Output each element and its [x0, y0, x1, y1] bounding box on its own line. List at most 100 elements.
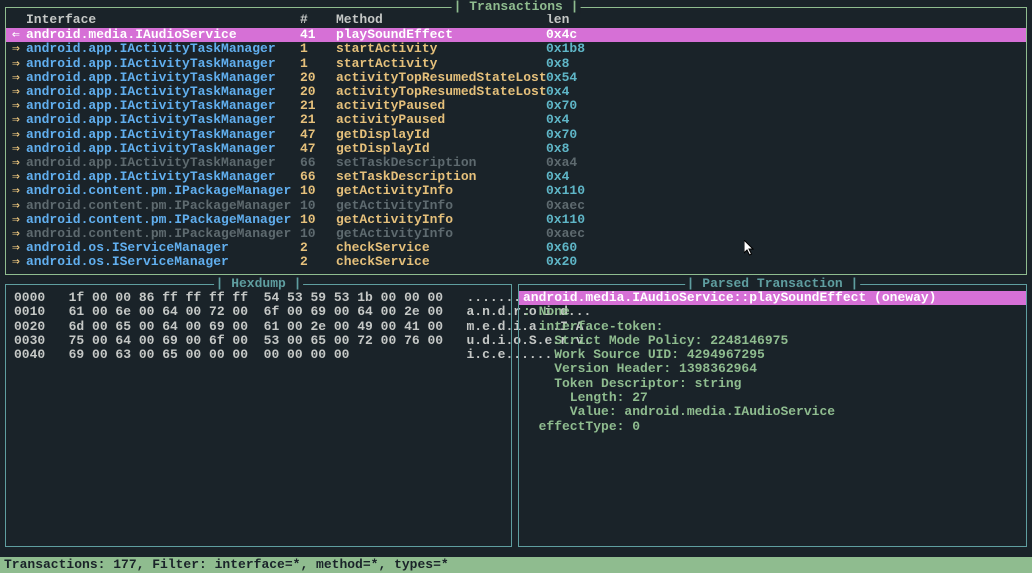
transactions-panel: Transactions Interface # Method len ⇐and… [5, 7, 1027, 275]
row-num: 47 [300, 142, 336, 156]
row-interface: android.app.IActivityTaskManager [26, 57, 300, 71]
row-arrow-icon: ⇒ [12, 184, 26, 198]
table-row[interactable]: ⇒android.app.IActivityTaskManager66setTa… [6, 156, 1026, 170]
table-row[interactable]: ⇒android.app.IActivityTaskManager1startA… [6, 57, 1026, 71]
row-arrow-icon: ⇒ [12, 42, 26, 56]
parsed-title: Parsed Transaction [685, 277, 861, 291]
hexdump-panel: Hexdump 0000 1f 00 00 86 ff ff ff ff 54 … [5, 284, 512, 547]
row-num: 1 [300, 57, 336, 71]
row-arrow-icon: ⇒ [12, 142, 26, 156]
row-len: 0xaec [546, 199, 606, 213]
row-len: 0x70 [546, 128, 606, 142]
transactions-list[interactable]: ⇐android.media.IAudioService41playSoundE… [6, 28, 1026, 269]
row-interface: android.app.IActivityTaskManager [26, 99, 300, 113]
header-num: # [300, 13, 336, 27]
row-num: 21 [300, 113, 336, 127]
table-row[interactable]: ⇒android.content.pm.IPackageManager10get… [6, 227, 1026, 241]
row-len: 0x20 [546, 255, 606, 269]
row-method: activityPaused [336, 99, 546, 113]
row-len: 0x8 [546, 57, 606, 71]
row-arrow-icon: ⇒ [12, 128, 26, 142]
row-interface: android.app.IActivityTaskManager [26, 71, 300, 85]
row-arrow-icon: ⇒ [12, 255, 26, 269]
header-method: Method [336, 13, 546, 27]
parsed-content[interactable]: android.media.IAudioService::playSoundEf… [519, 285, 1026, 438]
row-interface: android.media.IAudioService [26, 28, 300, 42]
row-method: getActivityInfo [336, 227, 546, 241]
row-interface: android.app.IActivityTaskManager [26, 142, 300, 156]
row-len: 0x110 [546, 213, 606, 227]
status-bar: Transactions: 177, Filter: interface=*, … [0, 557, 1032, 573]
table-row[interactable]: ⇒android.os.IServiceManager2checkService… [6, 241, 1026, 255]
row-interface: android.content.pm.IPackageManager [26, 213, 300, 227]
row-arrow-icon: ⇒ [12, 57, 26, 71]
parsed-line: Length: 27 [519, 391, 1026, 405]
row-interface: android.content.pm.IPackageManager [26, 199, 300, 213]
row-len: 0x110 [546, 184, 606, 198]
row-num: 20 [300, 71, 336, 85]
row-num: 10 [300, 184, 336, 198]
parsed-line: Work Source UID: 4294967295 [519, 348, 1026, 362]
row-method: setTaskDescription [336, 156, 546, 170]
table-row[interactable]: ⇒android.app.IActivityTaskManager21activ… [6, 113, 1026, 127]
row-len: 0xa4 [546, 156, 606, 170]
row-arrow-icon: ⇒ [12, 241, 26, 255]
row-len: 0xaec [546, 227, 606, 241]
row-arrow-icon: ⇒ [12, 227, 26, 241]
row-method: getDisplayId [336, 128, 546, 142]
row-arrow-icon: ⇒ [12, 199, 26, 213]
row-method: setTaskDescription [336, 170, 546, 184]
row-arrow-icon: ⇒ [12, 213, 26, 227]
row-num: 2 [300, 241, 336, 255]
row-arrow-icon: ⇒ [12, 99, 26, 113]
row-arrow-icon: ⇒ [12, 156, 26, 170]
table-row[interactable]: ⇒android.app.IActivityTaskManager20activ… [6, 85, 1026, 99]
row-num: 41 [300, 28, 336, 42]
row-len: 0x4 [546, 85, 606, 99]
row-len: 0x1b8 [546, 42, 606, 56]
table-row[interactable]: ⇒android.os.IServiceManager2checkService… [6, 255, 1026, 269]
table-row[interactable]: ⇒android.app.IActivityTaskManager21activ… [6, 99, 1026, 113]
row-interface: android.os.IServiceManager [26, 255, 300, 269]
parsed-header-line: android.media.IAudioService::playSoundEf… [519, 291, 1026, 305]
row-len: 0x54 [546, 71, 606, 85]
row-num: 66 [300, 156, 336, 170]
parsed-panel: Parsed Transaction android.media.IAudioS… [518, 284, 1027, 547]
row-interface: android.app.IActivityTaskManager [26, 128, 300, 142]
table-row[interactable]: ⇐android.media.IAudioService41playSoundE… [6, 28, 1026, 42]
table-row[interactable]: ⇒android.content.pm.IPackageManager10get… [6, 213, 1026, 227]
row-len: 0x70 [546, 99, 606, 113]
hexdump-title: Hexdump [214, 277, 304, 291]
row-method: getActivityInfo [336, 199, 546, 213]
transactions-title: Transactions [452, 0, 581, 14]
row-num: 10 [300, 199, 336, 213]
row-num: 21 [300, 99, 336, 113]
row-method: activityTopResumedStateLost [336, 85, 546, 99]
row-arrow-icon: ⇒ [12, 113, 26, 127]
table-row[interactable]: ⇒android.app.IActivityTaskManager47getDi… [6, 128, 1026, 142]
row-arrow-icon: ⇒ [12, 85, 26, 99]
parsed-line: effectType: 0 [519, 420, 1026, 434]
row-method: playSoundEffect [336, 28, 546, 42]
table-row[interactable]: ⇒android.app.IActivityTaskManager47getDi… [6, 142, 1026, 156]
row-num: 2 [300, 255, 336, 269]
row-num: 10 [300, 227, 336, 241]
table-row[interactable]: ⇒android.app.IActivityTaskManager1startA… [6, 42, 1026, 56]
row-interface: android.content.pm.IPackageManager [26, 227, 300, 241]
hexdump-content[interactable]: 0000 1f 00 00 86 ff ff ff ff 54 53 59 53… [6, 285, 511, 366]
row-len: 0x60 [546, 241, 606, 255]
table-row[interactable]: ⇒android.content.pm.IPackageManager10get… [6, 199, 1026, 213]
table-row[interactable]: ⇒android.app.IActivityTaskManager66setTa… [6, 170, 1026, 184]
table-row[interactable]: ⇒android.content.pm.IPackageManager10get… [6, 184, 1026, 198]
header-interface: Interface [12, 13, 300, 27]
row-interface: android.app.IActivityTaskManager [26, 170, 300, 184]
row-num: 10 [300, 213, 336, 227]
row-len: 0x8 [546, 142, 606, 156]
row-method: activityTopResumedStateLost [336, 71, 546, 85]
row-interface: android.app.IActivityTaskManager [26, 113, 300, 127]
row-num: 1 [300, 42, 336, 56]
row-arrow-icon: ⇒ [12, 71, 26, 85]
row-len: 0x4 [546, 113, 606, 127]
row-interface: android.app.IActivityTaskManager [26, 156, 300, 170]
table-row[interactable]: ⇒android.app.IActivityTaskManager20activ… [6, 71, 1026, 85]
